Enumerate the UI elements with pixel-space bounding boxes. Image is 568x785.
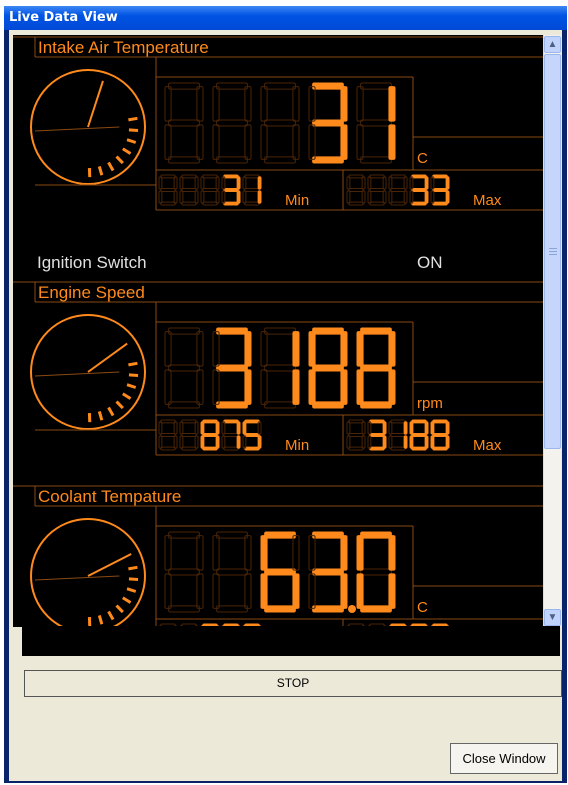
live-data-display: Intake Air Temperature C Min Max Engine Spee… (13, 35, 543, 627)
gauge-1-max-digit (346, 174, 366, 206)
gauge-3-tick (128, 577, 139, 581)
gauge-1-value-digit (308, 82, 348, 164)
gauge-2-max-digit (346, 419, 366, 451)
gauge-3-tick (97, 615, 104, 625)
gauge-1-tick (128, 128, 139, 132)
gauge-2-baseline (34, 371, 120, 377)
gauge-2-min-digit (221, 419, 241, 451)
gauge-3-baseline (34, 575, 120, 581)
gauge-1-tick (115, 155, 124, 165)
gauge-1-max-label: Max (473, 192, 502, 209)
status-row-label: Ignition Switch (37, 253, 147, 272)
gauge-3-value-decimal-point (348, 605, 356, 613)
gauge-2-tick (97, 411, 104, 421)
gauge-2-min-digit (200, 419, 220, 451)
window-body: Intake Air Temperature C Min Max Engine Spee… (9, 30, 562, 781)
gauge-1-value-digit (164, 82, 204, 164)
gauge-1-tick (97, 166, 104, 176)
gauge-1-max-digit (430, 174, 450, 206)
gauge-1-tick (107, 161, 115, 172)
gauge-2-max-digit (388, 419, 408, 451)
gauge-1-min-digit (179, 174, 199, 206)
gauge-3-value-digit (260, 531, 300, 613)
gauge-3-dial (30, 518, 146, 627)
live-data-window: Live Data View Intake Air Temperature C Mi… (4, 6, 567, 783)
stop-button[interactable]: STOP (24, 670, 562, 697)
gauge-3-unit: C (417, 599, 428, 616)
gauge-2-max-digit (430, 419, 450, 451)
gauge-1-title: Intake Air Temperature (38, 38, 209, 57)
gauge-1-value-digit (212, 82, 252, 164)
gauge-1-value-digit (356, 82, 396, 164)
window-title: Live Data View (9, 10, 118, 25)
gauge-1-tick (126, 138, 137, 144)
gauge-3-tick (126, 587, 137, 593)
gauge-3-tick (115, 604, 124, 614)
status-bar (22, 626, 560, 656)
gauge-2-needle (87, 342, 128, 373)
scroll-up-button[interactable]: ▲ (544, 36, 561, 53)
gauge-1-min-digit (242, 174, 262, 206)
scroll-thumb[interactable] (544, 54, 561, 449)
gauge-1-max-digit (367, 174, 387, 206)
close-window-label: Close Window (462, 751, 546, 766)
gauge-2-tick (107, 406, 115, 417)
stop-button-label: STOP (276, 676, 310, 690)
gauge-2-min-label: Min (285, 437, 309, 454)
gauge-2-max-digit (367, 419, 387, 451)
gauge-2-max-digit (409, 419, 429, 451)
gauge-3-title: Coolant Tempature (38, 487, 181, 506)
gauge-2-value-digit (164, 327, 204, 409)
gauge-3-value-digit (308, 531, 348, 613)
gauge-2-tick (115, 400, 124, 410)
gauge-2-tick (128, 361, 138, 367)
gauge-1-max-digit (409, 174, 429, 206)
gauge-3-tick (122, 596, 132, 604)
close-window-button[interactable]: Close Window (450, 743, 558, 774)
gauge-2-value-digit (356, 327, 396, 409)
gauge-2-unit: rpm (417, 395, 443, 412)
gauge-1-unit: C (417, 150, 428, 167)
status-row-value: ON (417, 253, 443, 272)
gauge-3-value-digit (356, 531, 396, 613)
gauge-3-needle (87, 553, 132, 577)
gauge-2-tick (122, 392, 132, 400)
gauge-1-needle (87, 80, 104, 128)
gauge-1-min-digit (221, 174, 241, 206)
gauge-1-baseline (34, 126, 120, 132)
gauge-1-min-digit (158, 174, 178, 206)
gauge-3-value-digit (164, 531, 204, 613)
gauge-2-value-digit (260, 327, 300, 409)
gauge-2-tick (128, 373, 139, 377)
gauge-1-tick (122, 147, 132, 155)
gauge-2-min-digit (242, 419, 262, 451)
chevron-down-icon: ▼ (547, 612, 558, 623)
gauge-2-min-digit (179, 419, 199, 451)
gauge-2-max-label: Max (473, 437, 502, 454)
scroll-down-button[interactable]: ▼ (544, 609, 561, 626)
gauge-3-tick (128, 565, 138, 571)
gauge-2-value-digit (212, 327, 252, 409)
window-titlebar[interactable]: Live Data View (4, 6, 567, 30)
gauge-2-title: Engine Speed (38, 283, 145, 302)
gauge-1-min-label: Min (285, 192, 309, 209)
gauge-panel: Intake Air Temperature C Min Max Engine Spee… (13, 36, 543, 627)
gauge-1-value-digit (260, 82, 300, 164)
gauge-3-value-digit (212, 531, 252, 613)
gauge-1-tick (128, 116, 138, 122)
gauge-2-min-digit (158, 419, 178, 451)
gauge-2-value-digit (308, 327, 348, 409)
gauge-2-tick (126, 383, 137, 389)
gauge-3-tick (107, 610, 115, 621)
vertical-scrollbar[interactable]: ▲ ▼ (543, 35, 561, 627)
gauge-1-max-digit (388, 174, 408, 206)
gauge-1-min-digit (200, 174, 220, 206)
chevron-up-icon: ▲ (547, 39, 558, 50)
